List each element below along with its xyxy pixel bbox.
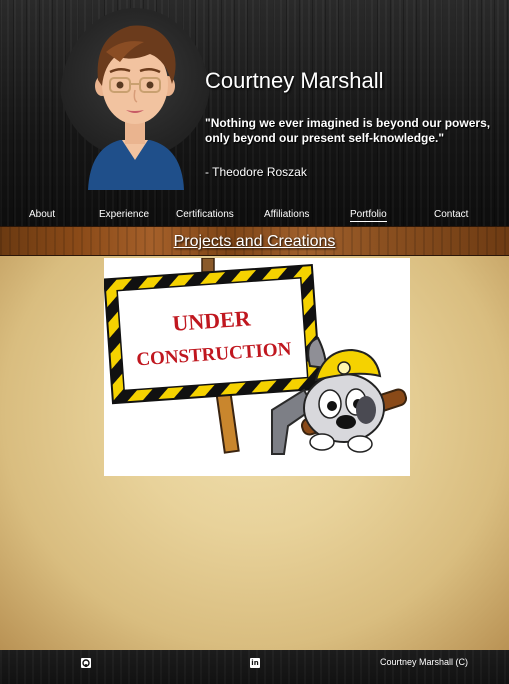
under-construction-sign: UNDER CONSTRUCTION bbox=[103, 257, 408, 455]
main-content: UNDER CONSTRUCTION bbox=[0, 256, 509, 650]
nav-portfolio[interactable]: Portfolio bbox=[350, 209, 387, 222]
nav-experience[interactable]: Experience bbox=[99, 209, 149, 220]
avatar-illustration bbox=[88, 25, 184, 190]
section-title: Projects and Creations bbox=[173, 233, 336, 250]
copyright-text: Courtney Marshall (C) bbox=[380, 657, 469, 667]
section-header: Projects and Creations bbox=[0, 226, 509, 256]
header: Courtney Marshall "Nothing we ever imagi… bbox=[0, 0, 509, 226]
profile-quote: "Nothing we ever imagined is beyond our … bbox=[205, 116, 491, 145]
quote-author: - Theodore Roszak bbox=[205, 165, 307, 179]
profile-name: Courtney Marshall bbox=[205, 68, 384, 93]
nav-certifications[interactable]: Certifications bbox=[176, 209, 234, 220]
footer: in Courtney Marshall (C) bbox=[0, 650, 509, 684]
avatar bbox=[60, 8, 210, 190]
nav-contact[interactable]: Contact bbox=[434, 209, 468, 220]
main-nav: About Experience Certifications Affiliat… bbox=[0, 205, 509, 226]
nav-about[interactable]: About bbox=[29, 209, 55, 220]
github-icon[interactable] bbox=[81, 658, 91, 668]
linkedin-icon[interactable]: in bbox=[250, 658, 260, 668]
under-construction-image: UNDER CONSTRUCTION bbox=[103, 257, 410, 476]
nav-affiliations[interactable]: Affiliations bbox=[264, 209, 309, 220]
